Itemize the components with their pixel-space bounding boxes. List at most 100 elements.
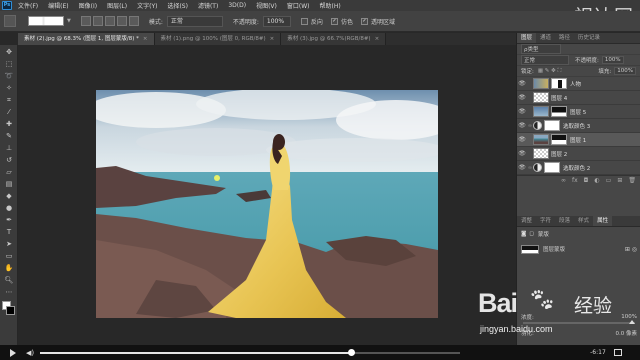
feather-value[interactable]: 0.0 像素 <box>616 329 638 337</box>
fx-icon[interactable]: fx <box>572 177 578 184</box>
layer-row-selected[interactable]: 👁︎ 图层 1 <box>517 133 640 147</box>
type-tool-icon[interactable]: T <box>2 227 16 237</box>
reverse-checkbox[interactable] <box>300 17 308 25</box>
color-swatches[interactable] <box>0 299 18 321</box>
blend-mode-select[interactable]: 正常 <box>521 55 569 65</box>
layer-name[interactable]: 图层 2 <box>551 150 567 158</box>
menu-file[interactable]: 文件(F) <box>18 1 38 10</box>
new-layer-icon[interactable]: ⊞ <box>617 177 622 184</box>
close-icon[interactable]: × <box>270 36 275 42</box>
visibility-eye-icon[interactable]: 👁︎ <box>517 80 527 87</box>
vector-mask-icon[interactable]: ◻ <box>529 231 534 237</box>
link-layers-icon[interactable]: ∞ <box>561 177 566 184</box>
menu-select[interactable]: 选择(S) <box>167 1 188 10</box>
dodge-tool-icon[interactable]: ● <box>2 203 16 213</box>
pen-tool-icon[interactable]: ✒ <box>2 215 16 225</box>
tab-layers[interactable]: 图层 <box>517 33 537 43</box>
gradient-picker[interactable] <box>28 16 64 26</box>
video-progress-knob[interactable] <box>347 348 355 356</box>
doc-tab-2[interactable]: 素材 (1).png @ 100% (图层 0, RGB/8#) × <box>154 33 282 45</box>
menu-layer[interactable]: 图层(L) <box>107 1 127 10</box>
close-icon[interactable]: × <box>143 36 148 42</box>
gradient-tool-icon[interactable]: ▤ <box>2 179 16 189</box>
tab-adjustments[interactable]: 调整 <box>517 216 536 226</box>
add-mask-icon[interactable]: ◘ <box>584 177 589 184</box>
menu-view[interactable]: 视图(V) <box>256 1 277 10</box>
doc-tab-1[interactable]: 素材 (2).jpg @ 68.3% (图层 1, 图层蒙版/8) * × <box>18 33 155 45</box>
menu-3d[interactable]: 3D(D) <box>228 2 246 9</box>
visibility-eye-icon[interactable]: 👁︎ <box>517 164 527 171</box>
layer-row[interactable]: 👁︎ 图层 5 <box>517 105 640 119</box>
magic-wand-tool-icon[interactable]: ✧ <box>2 83 16 93</box>
trash-icon[interactable]: 🗑︎ <box>628 177 636 184</box>
lasso-tool-icon[interactable]: ➰ <box>2 71 16 81</box>
mask-options-icon[interactable]: ⊞ ◎ <box>625 246 637 253</box>
tab-character[interactable]: 字符 <box>536 216 555 226</box>
pixel-mask-icon[interactable]: ◙ <box>521 231 526 237</box>
menu-filter[interactable]: 滤镜(T) <box>198 1 218 10</box>
lock-icons[interactable]: ▦ ✎ ✥ ⛶ <box>538 68 562 75</box>
rectangle-tool-icon[interactable]: ▭ <box>2 251 16 261</box>
menu-help[interactable]: 帮助(H) <box>320 1 341 10</box>
history-brush-tool-icon[interactable]: ↺ <box>2 155 16 165</box>
gradient-tool-preset-icon[interactable] <box>4 15 16 27</box>
chevron-down-icon[interactable]: ▼ <box>67 18 71 24</box>
layer-opacity-input[interactable]: 100% <box>601 56 624 64</box>
adjustment-icon[interactable]: ◐ <box>594 177 599 184</box>
slider-knob[interactable] <box>629 320 635 324</box>
mode-select[interactable]: 正常 <box>166 15 223 27</box>
marquee-tool-icon[interactable]: ⬚ <box>2 59 16 69</box>
brush-tool-icon[interactable]: ✎ <box>2 131 16 141</box>
reflected-gradient-button[interactable] <box>116 16 127 26</box>
layer-row[interactable]: 👁︎ ∞ 选取颜色 3 <box>517 119 640 133</box>
zoom-tool-icon[interactable]: 🔍︎ <box>2 275 16 285</box>
layer-name[interactable]: 图层 5 <box>570 108 586 116</box>
diamond-gradient-button[interactable] <box>128 16 139 26</box>
visibility-eye-icon[interactable]: 👁︎ <box>517 108 527 115</box>
play-icon[interactable] <box>8 348 18 358</box>
tab-history[interactable]: 历史记录 <box>574 33 604 43</box>
menu-window[interactable]: 窗口(W) <box>287 1 310 10</box>
crop-tool-icon[interactable]: ⌗ <box>2 95 16 105</box>
healing-brush-tool-icon[interactable]: ✚ <box>2 119 16 129</box>
layer-row[interactable]: 👁︎ 图层 4 <box>517 91 640 105</box>
visibility-eye-icon[interactable]: 👁︎ <box>517 122 527 129</box>
layer-row[interactable]: 👁︎ 图层 2 <box>517 147 640 161</box>
visibility-eye-icon[interactable]: 👁︎ <box>517 150 527 157</box>
layer-row[interactable]: 👁︎ ∞ 选取颜色 2 <box>517 161 640 175</box>
layer-name[interactable]: 选取颜色 3 <box>563 122 590 130</box>
tab-channels[interactable]: 通道 <box>536 33 555 43</box>
layer-name[interactable]: 图层 1 <box>570 136 586 144</box>
background-color[interactable] <box>6 306 15 315</box>
tab-paths[interactable]: 路径 <box>555 33 574 43</box>
menu-image[interactable]: 图像(I) <box>79 1 97 10</box>
visibility-eye-icon[interactable]: 👁︎ <box>517 94 527 101</box>
eraser-tool-icon[interactable]: ▱ <box>2 167 16 177</box>
radial-gradient-button[interactable] <box>92 16 103 26</box>
layer-name[interactable]: 图层 4 <box>551 94 567 102</box>
density-value[interactable]: 100% <box>621 314 637 320</box>
menu-edit[interactable]: 编辑(E) <box>48 1 68 10</box>
canvas-area[interactable] <box>18 45 516 345</box>
layer-name[interactable]: 选取颜色 2 <box>563 164 590 172</box>
transparency-checkbox[interactable]: ✓ <box>360 17 368 25</box>
layer-filter-select[interactable]: ρ类型 <box>521 44 561 54</box>
more-tools-icon[interactable]: ⋯ <box>2 287 16 297</box>
fullscreen-icon[interactable] <box>613 349 622 356</box>
clone-stamp-tool-icon[interactable]: ⊥ <box>2 143 16 153</box>
tab-properties[interactable]: 属性 <box>593 216 613 226</box>
dither-checkbox[interactable]: ✓ <box>330 17 338 25</box>
document-canvas[interactable] <box>96 90 438 318</box>
path-selection-tool-icon[interactable]: ➤ <box>2 239 16 249</box>
layer-row[interactable]: 👁︎ 人物 <box>517 77 640 91</box>
layer-name[interactable]: 人物 <box>570 80 581 88</box>
close-icon[interactable]: × <box>375 36 380 42</box>
visibility-eye-icon[interactable]: 👁︎ <box>517 136 527 143</box>
hand-tool-icon[interactable]: ✋ <box>2 263 16 273</box>
move-tool-icon[interactable]: ✥ <box>2 47 16 57</box>
angle-gradient-button[interactable] <box>104 16 115 26</box>
tab-styles[interactable]: 样式 <box>574 216 593 226</box>
fill-input[interactable]: 100% <box>614 67 636 75</box>
doc-tab-3[interactable]: 素材 (3).jpg @ 66.7%(RGB/8#) × <box>281 33 387 45</box>
tab-paragraph[interactable]: 段落 <box>555 216 574 226</box>
